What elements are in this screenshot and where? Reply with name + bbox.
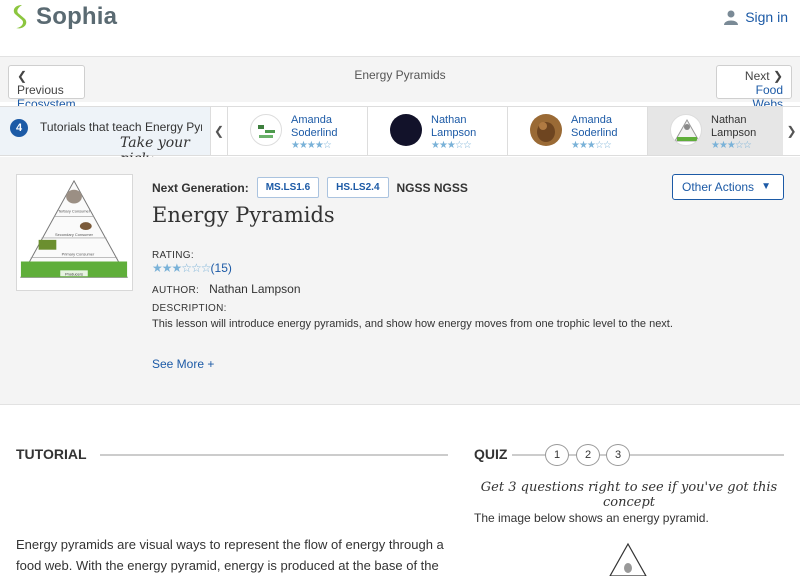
quiz-question-1[interactable]: 1 — [545, 444, 569, 466]
quiz-question-text: The image below shows an energy pyramid. — [474, 511, 709, 525]
description-label: DESCRIPTION: — [152, 303, 227, 314]
ngss-tag: NGSS NGSS — [396, 180, 468, 195]
chevron-right-icon: ❯ — [772, 69, 783, 83]
lesson-title: Energy Pyramids — [152, 203, 335, 227]
svg-text:Primary Consumer: Primary Consumer — [62, 252, 95, 257]
author-label: AUTHOR: — [152, 285, 200, 296]
quiz-question-3[interactable]: 3 — [606, 444, 630, 466]
quiz-tagline: Get 3 questions right to see if you've g… — [480, 480, 778, 510]
author-row: AUTHOR: Nathan Lampson — [152, 282, 301, 296]
see-more-link[interactable]: See More + — [152, 357, 214, 371]
rating-count: (15) — [210, 261, 232, 275]
ngss-label: Next Generation: — [152, 180, 249, 195]
svg-text:Secondary Consumer: Secondary Consumer — [55, 232, 94, 237]
tutorial-count-badge: 4 — [10, 119, 28, 137]
tutorial-body: Energy pyramids are visual ways to repre… — [16, 537, 444, 573]
quiz-heading: QUIZ — [474, 446, 508, 462]
tutorial-author: Amanda Soderlind — [291, 114, 338, 139]
next-label: Next — [744, 69, 770, 83]
energy-pyramid-image — [609, 542, 647, 576]
tutorial-card[interactable]: Amanda Soderlind ★★★★☆ — [227, 107, 367, 155]
sign-in-label: Sign in — [745, 9, 788, 25]
tutorials-strip: 4 Tutorials that teach Energy Pyramids T… — [0, 106, 800, 167]
nav-title: Energy Pyramids — [354, 68, 446, 82]
rating-stars: ★★★★☆ — [291, 140, 332, 151]
tutorial-author: Amanda Soderlind — [571, 114, 618, 139]
standard-chip[interactable]: MS.LS1.6 — [256, 177, 320, 198]
tutorial-card-active[interactable]: Nathan Lampson ★★★☆☆ — [647, 107, 787, 155]
rating-stars: ★★★☆☆ — [711, 140, 752, 151]
svg-text:Tertiary Consumer: Tertiary Consumer — [58, 208, 91, 213]
lesson-rating[interactable]: ★★★☆☆☆(15) — [152, 261, 232, 275]
previous-label: Previous — [17, 83, 64, 97]
lesson-description: This lesson will introduce energy pyrami… — [152, 318, 673, 330]
tutorial-card[interactable]: Nathan Lampson ★★★☆☆ — [367, 107, 507, 155]
top-bar: Sophia Sign in — [0, 0, 800, 36]
rating-stars: ★★★☆☆☆ — [152, 261, 212, 275]
other-actions-label: Other Actions — [682, 180, 755, 194]
rating-stars: ★★★☆☆ — [571, 140, 612, 151]
avatar — [530, 114, 562, 146]
lesson-thumbnail: Tertiary Consumer Secondary Consumer Pri… — [16, 174, 133, 291]
svg-text:Producers: Producers — [65, 271, 83, 276]
other-actions-dropdown[interactable]: Other Actions ▼ — [672, 174, 784, 200]
divider — [100, 454, 448, 456]
author-name: Nathan Lampson — [209, 282, 301, 296]
sophia-logo-icon — [13, 5, 27, 29]
lesson-header: Tertiary Consumer Secondary Consumer Pri… — [0, 157, 800, 405]
quiz-question-2[interactable]: 2 — [576, 444, 600, 466]
brand-name: Sophia — [36, 3, 118, 30]
sophia-logo[interactable]: Sophia — [10, 3, 117, 31]
avatar — [250, 114, 282, 146]
carousel-prev-arrow[interactable]: ❮ — [210, 107, 227, 155]
sign-in-link[interactable]: Sign in — [724, 9, 788, 25]
rating-label: RATING: — [152, 250, 194, 261]
tutorial-heading: TUTORIAL — [16, 446, 87, 462]
rating-stars: ★★★☆☆ — [431, 140, 472, 151]
tutorial-author: Nathan Lampson — [431, 114, 477, 139]
ngss-standards: Next Generation: MS.LS1.6 HS.LS2.4 NGSS … — [152, 177, 468, 198]
avatar — [670, 114, 702, 146]
carousel-next-arrow[interactable]: ❯ — [783, 107, 800, 155]
user-icon — [724, 10, 739, 25]
tutorials-label: Tutorials that teach Energy Pyramids — [40, 120, 202, 134]
standard-chip[interactable]: HS.LS2.4 — [327, 177, 389, 198]
lesson-nav-strip: ❮ Previous Ecosystem Energy Pyramids Nex… — [0, 56, 800, 111]
avatar — [390, 114, 422, 146]
chevron-down-icon: ▼ — [761, 181, 771, 192]
tutorials-lead: 4 Tutorials that teach Energy Pyramids T… — [0, 107, 210, 167]
tutorial-card[interactable]: Amanda Soderlind ★★★☆☆ — [507, 107, 647, 155]
next-button[interactable]: Next ❯ Food Webs — [716, 65, 792, 111]
tutorial-author: Nathan Lampson — [711, 114, 757, 139]
